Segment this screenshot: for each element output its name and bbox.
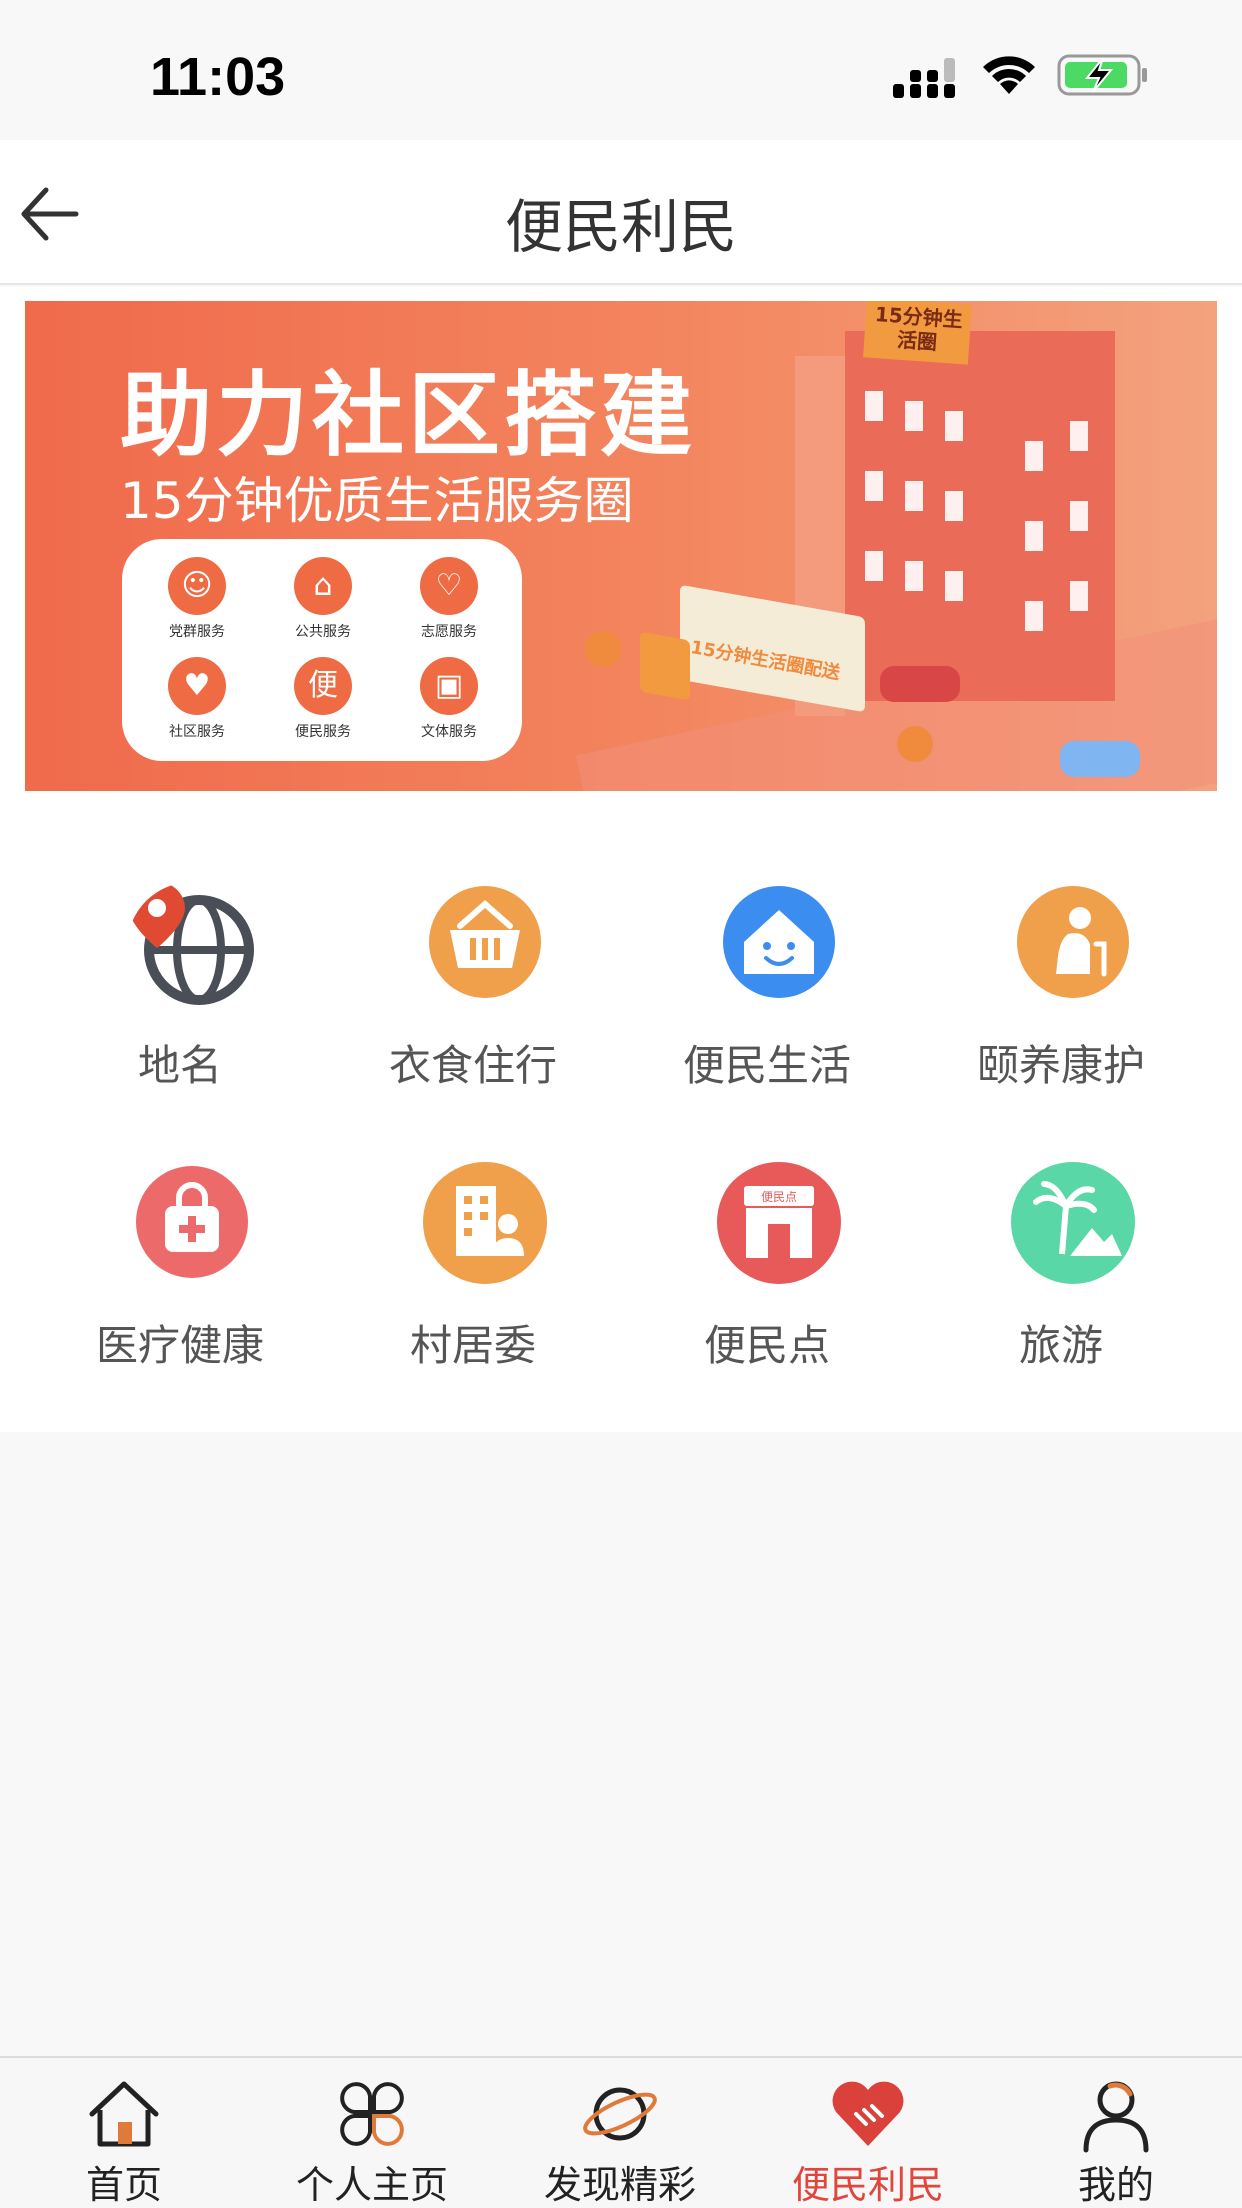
svg-text:便民点: 便民点 (761, 1190, 797, 1204)
banner-section: 助力社区搭建 15分钟优质生活服务圈 ☺ 党群服务 ⌂ 公共服务 ♡ 志愿服务 … (0, 287, 1242, 807)
wifi-icon (983, 56, 1035, 94)
clover-icon (340, 2082, 404, 2146)
smile-house-icon (723, 886, 835, 998)
tree-illustration (897, 726, 933, 762)
medkit-icon (136, 1166, 248, 1278)
tab-label: 便民利民 (791, 2163, 944, 2207)
planet-icon (583, 2087, 657, 2141)
card-item-volunteer: ♡ 志愿服务 (394, 557, 504, 641)
home-icon (89, 2081, 159, 2147)
heart-handshake-icon (832, 2081, 904, 2146)
card-item-party: ☺ 党群服务 (142, 557, 252, 641)
elder-icon (1017, 886, 1129, 998)
card-item-public: ⌂ 公共服务 (268, 557, 378, 641)
truck-cab (640, 631, 690, 701)
document-icon: ▣ (420, 657, 478, 715)
tab-label: 发现精彩 (543, 2163, 696, 2207)
status-time: 11:03 (150, 47, 286, 107)
basket-icon (429, 886, 541, 998)
tab-convenience[interactable]: 便民利民 (744, 2058, 992, 2208)
status-bar: 11:03 (0, 0, 1242, 140)
tab-label: 个人主页 (295, 2163, 448, 2207)
building-sign-text: 15分钟生活圈 (874, 301, 964, 355)
service-convenience-life[interactable]: 便民生活 (617, 882, 917, 1122)
service-elder-care[interactable]: 颐养康护 (911, 882, 1211, 1122)
tab-home[interactable]: 首页 (0, 2058, 248, 2208)
people-icon: ☺ (168, 557, 226, 615)
tree-illustration (585, 631, 621, 667)
service-label: 旅游 (1018, 1321, 1103, 1370)
service-convenience-point[interactable]: 便民点 便民点 (617, 1162, 917, 1402)
battery-icon (1057, 54, 1147, 96)
banner-service-card: ☺ 党群服务 ⌂ 公共服务 ♡ 志愿服务 ♥ 社区服务 便 便民服务 ▣ 文体服… (122, 539, 522, 761)
service-medical[interactable]: 医疗健康 (30, 1162, 330, 1402)
tab-label: 首页 (85, 2163, 162, 2207)
service-label: 村居委 (409, 1321, 536, 1370)
bian-icon: 便 (294, 657, 352, 715)
signal-icon (893, 58, 955, 98)
tab-label: 我的 (1077, 2163, 1154, 2207)
blue-car-illustration (1060, 741, 1140, 777)
red-car-illustration (880, 666, 960, 702)
card-item-community: ♥ 社区服务 (142, 657, 252, 741)
service-label: 地名 (137, 1041, 222, 1090)
service-tourism[interactable]: 旅游 (911, 1162, 1211, 1402)
service-grid: 地名 衣食住行 便民生活 颐养康护 医疗健康 村居委 便民点 便民点 旅游 (0, 807, 1242, 1432)
tab-profile-home[interactable]: 个人主页 (248, 2058, 496, 2208)
user-icon (1083, 2081, 1149, 2153)
page-title: 便民利民 (504, 193, 737, 261)
service-village-committee[interactable]: 村居委 (323, 1162, 623, 1402)
shop-icon: 便民点 (717, 1162, 841, 1284)
palm-mountain-icon (1011, 1162, 1135, 1284)
heart-hand-icon: ♡ (420, 557, 478, 615)
service-place-name[interactable]: 地名 (30, 882, 330, 1122)
service-label: 医疗健康 (95, 1321, 264, 1370)
banner-headline: 助力社区搭建 (120, 362, 697, 469)
tab-bar: 首页 个人主页 发现精彩 便民利民 我的 (0, 2056, 1242, 2208)
service-daily-living[interactable]: 衣食住行 (323, 882, 623, 1122)
heart-icon: ♥ (168, 657, 226, 715)
promo-banner[interactable]: 助力社区搭建 15分钟优质生活服务圈 ☺ 党群服务 ⌂ 公共服务 ♡ 志愿服务 … (25, 301, 1217, 791)
nav-bar: 便民利民 (0, 140, 1242, 285)
service-label: 便民生活 (682, 1041, 851, 1090)
card-item-culture: ▣ 文体服务 (394, 657, 504, 741)
tab-discover[interactable]: 发现精彩 (496, 2058, 744, 2208)
house-hand-icon: ⌂ (294, 557, 352, 615)
service-label: 颐养康护 (976, 1041, 1145, 1090)
service-label: 便民点 (703, 1321, 830, 1370)
building-illustration (845, 331, 1115, 701)
building-person-icon (423, 1162, 547, 1284)
service-label: 衣食住行 (388, 1041, 557, 1090)
tab-mine[interactable]: 我的 (992, 2058, 1240, 2208)
card-item-convenience: 便 便民服务 (268, 657, 378, 741)
banner-subline: 15分钟优质生活服务圈 (120, 472, 634, 530)
globe-pin-icon (129, 882, 254, 1005)
